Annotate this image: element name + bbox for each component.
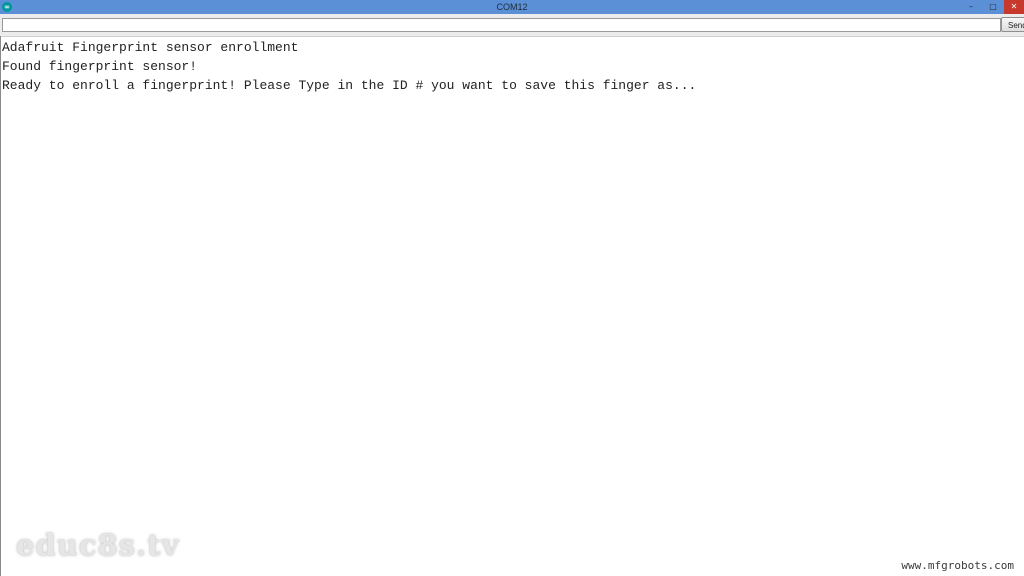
maximize-icon[interactable]: □ xyxy=(982,0,1004,14)
watermark-educ8s: educ8s.tv xyxy=(16,528,180,562)
window-controls: – □ ✕ xyxy=(960,0,1024,14)
window-title: COM12 xyxy=(496,2,528,12)
watermark-mfgrobots: www.mfgrobots.com xyxy=(901,559,1014,572)
serial-output-area[interactable]: Adafruit Fingerprint sensor enrollment Fo… xyxy=(2,38,1002,95)
send-toolbar: Send xyxy=(0,14,1024,37)
title-bar[interactable]: ∞ COM12 – □ ✕ xyxy=(0,0,1024,14)
output-line: Adafruit Fingerprint sensor enrollment xyxy=(2,40,299,55)
output-line: Ready to enroll a fingerprint! Please Ty… xyxy=(2,78,697,93)
output-left-border xyxy=(0,36,1,576)
serial-send-input[interactable] xyxy=(2,18,1001,32)
send-button[interactable]: Send xyxy=(1001,17,1024,32)
close-icon[interactable]: ✕ xyxy=(1004,0,1024,14)
output-line: Found fingerprint sensor! xyxy=(2,59,198,74)
minimize-icon[interactable]: – xyxy=(960,0,982,14)
serial-monitor-window: ∞ COM12 – □ ✕ Send Adafruit Fingerprint … xyxy=(0,0,1024,576)
